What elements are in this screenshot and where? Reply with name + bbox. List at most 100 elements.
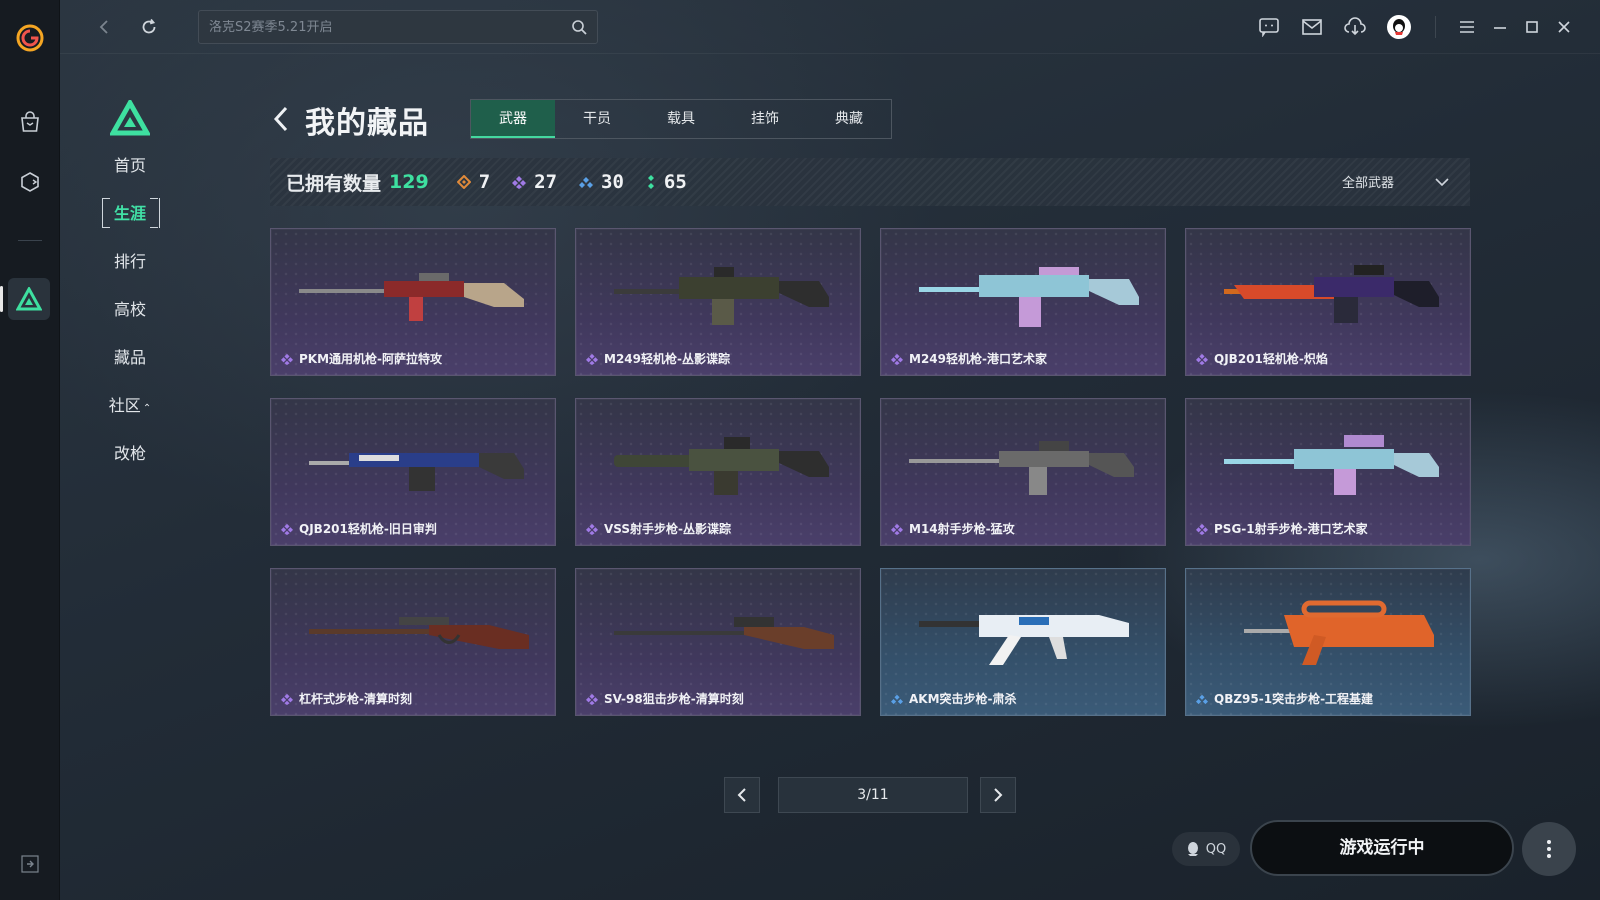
game-tag-icon[interactable] xyxy=(16,168,44,196)
menu-icon[interactable] xyxy=(1453,13,1481,41)
item-card[interactable]: SV-98狙击步枪-清算时刻 xyxy=(575,568,861,716)
close-icon[interactable] xyxy=(1550,13,1578,41)
item-card[interactable]: VSS射手步枪-丛影谍踪 xyxy=(575,398,861,546)
item-name-text: PKM通用机枪-阿萨拉特攻 xyxy=(299,352,443,366)
item-name-text: PSG-1射手步枪-港口艺术家 xyxy=(1214,522,1368,536)
tab-vehicles[interactable]: 载具 xyxy=(639,100,723,138)
maximize-icon[interactable] xyxy=(1518,13,1546,41)
tab-charms[interactable]: 挂饰 xyxy=(723,100,807,138)
qq-launch-account[interactable]: QQ xyxy=(1172,832,1240,866)
purple-gem-icon xyxy=(586,353,598,365)
item-card[interactable]: 杠杆式步枪-清算时刻 xyxy=(270,568,556,716)
more-options-button[interactable] xyxy=(1522,822,1576,876)
weapon-image xyxy=(919,267,1139,327)
item-card[interactable]: M14射手步枪-猛攻 xyxy=(880,398,1166,546)
purple-gem-icon xyxy=(891,353,903,365)
nav-item-home[interactable]: 首页 xyxy=(100,148,160,184)
item-card[interactable]: PSG-1射手步枪-港口艺术家 xyxy=(1185,398,1471,546)
purple-gem-icon xyxy=(891,523,903,535)
back-arrow-icon[interactable] xyxy=(270,104,294,134)
item-name-text: QBZ95-1突击步枪-工程基建 xyxy=(1214,692,1374,706)
item-name: QBZ95-1突击步枪-工程基建 xyxy=(1196,690,1373,707)
item-name-text: M249轻机枪-港口艺术家 xyxy=(909,352,1047,366)
rarity-count-value: 27 xyxy=(534,171,558,193)
item-card[interactable]: QJB201轻机枪-旧日审判 xyxy=(270,398,556,546)
purple-gem-icon xyxy=(281,523,293,535)
nav-item-collection[interactable]: 藏品 xyxy=(100,340,160,376)
blue-gem-icon xyxy=(891,694,903,704)
item-card[interactable]: QJB201轻机枪-炽焰 xyxy=(1185,228,1471,376)
weapon-filter-dropdown[interactable]: 全部武器 xyxy=(1342,172,1450,191)
chevron-left-icon xyxy=(737,788,746,802)
back-nav-icon[interactable] xyxy=(90,12,120,42)
left-rail xyxy=(0,0,60,900)
item-name: QJB201轻机枪-旧日审判 xyxy=(281,520,437,537)
chevron-up-icon: ⌃ xyxy=(142,403,152,414)
search-icon[interactable] xyxy=(571,19,587,35)
item-name-text: M14射手步枪-猛攻 xyxy=(909,522,1015,536)
qq-avatar[interactable] xyxy=(1385,13,1413,41)
qq-label: QQ xyxy=(1205,841,1227,857)
app-logo-icon[interactable] xyxy=(14,22,46,54)
purple-gem-icon xyxy=(512,176,527,189)
search-box[interactable] xyxy=(198,10,598,44)
item-card[interactable]: AKM突击步枪-肃杀 xyxy=(880,568,1166,716)
game-running-button[interactable]: 游戏运行中 xyxy=(1250,820,1514,876)
blue-gem-icon xyxy=(1196,694,1208,704)
collapse-rail-icon[interactable] xyxy=(20,854,40,874)
green-gem-icon xyxy=(647,175,654,189)
weapon-image xyxy=(614,437,829,495)
nav-item-career[interactable]: 生涯 xyxy=(100,196,160,232)
nav-item-ranking[interactable]: 排行 xyxy=(100,244,160,280)
nav-item-community-label: 社区 xyxy=(108,396,141,415)
purple-gem-icon xyxy=(281,693,293,705)
weapon-image xyxy=(919,615,1129,665)
tab-archive[interactable]: 典藏 xyxy=(807,100,891,138)
delta-force-app-icon[interactable] xyxy=(8,278,50,320)
weapon-filter-label: 全部武器 xyxy=(1341,176,1394,191)
item-name: SV-98狙击步枪-清算时刻 xyxy=(586,690,744,707)
refresh-icon[interactable] xyxy=(134,12,164,42)
weapon-image xyxy=(1224,435,1439,495)
owned-label: 已拥有数量 xyxy=(286,172,382,195)
weapon-image xyxy=(614,267,829,325)
item-name: PKM通用机枪-阿萨拉特攻 xyxy=(281,350,442,367)
item-card[interactable]: M249轻机枪-港口艺术家 xyxy=(880,228,1166,376)
purple-gem-icon xyxy=(1196,523,1208,535)
minimize-icon[interactable] xyxy=(1486,13,1514,41)
item-card[interactable]: QBZ95-1突击步枪-工程基建 xyxy=(1185,568,1471,716)
next-page-button[interactable] xyxy=(980,777,1016,813)
item-name: 杠杆式步枪-清算时刻 xyxy=(281,690,412,707)
item-card[interactable]: PKM通用机枪-阿萨拉特攻 xyxy=(270,228,556,376)
weapon-image xyxy=(614,617,834,649)
top-bar xyxy=(60,0,1600,54)
item-card[interactable]: M249轻机枪-丛影谍踪 xyxy=(575,228,861,376)
tab-operators[interactable]: 干员 xyxy=(555,100,639,138)
rail-divider xyxy=(18,240,42,241)
nav-item-community[interactable]: 社区 ⌃ xyxy=(100,388,160,424)
purple-gem-icon xyxy=(586,693,598,705)
blue-gem-icon xyxy=(579,177,594,188)
rarity-count-green: 65 xyxy=(646,171,687,193)
store-bag-icon[interactable] xyxy=(16,108,44,136)
purple-gem-icon xyxy=(586,523,598,535)
owned-stats-bar: 已拥有数量 129 7 27 30 65 全部武器 xyxy=(270,158,1470,206)
weapon-image xyxy=(909,441,1134,495)
rarity-count-value: 7 xyxy=(478,171,491,193)
download-icon[interactable] xyxy=(1341,13,1369,41)
page-indicator: 3/11 xyxy=(778,777,968,813)
search-input[interactable] xyxy=(209,19,571,35)
nav-item-college[interactable]: 高校 xyxy=(100,292,160,328)
weapon-image xyxy=(299,273,524,321)
more-vertical-icon xyxy=(1547,840,1551,858)
prev-page-button[interactable] xyxy=(724,777,760,813)
item-name: PSG-1射手步枪-港口艺术家 xyxy=(1196,520,1368,537)
tab-weapons[interactable]: 武器 xyxy=(471,100,555,138)
mail-icon[interactable] xyxy=(1298,13,1326,41)
rarity-count-value: 30 xyxy=(601,171,624,193)
delta-force-logo-icon xyxy=(110,100,150,136)
item-name-text: QJB201轻机枪-炽焰 xyxy=(1214,352,1328,366)
rarity-count-purple: 27 xyxy=(512,171,557,193)
chat-icon[interactable] xyxy=(1255,13,1283,41)
nav-item-gunsmith[interactable]: 改枪 xyxy=(100,436,160,472)
